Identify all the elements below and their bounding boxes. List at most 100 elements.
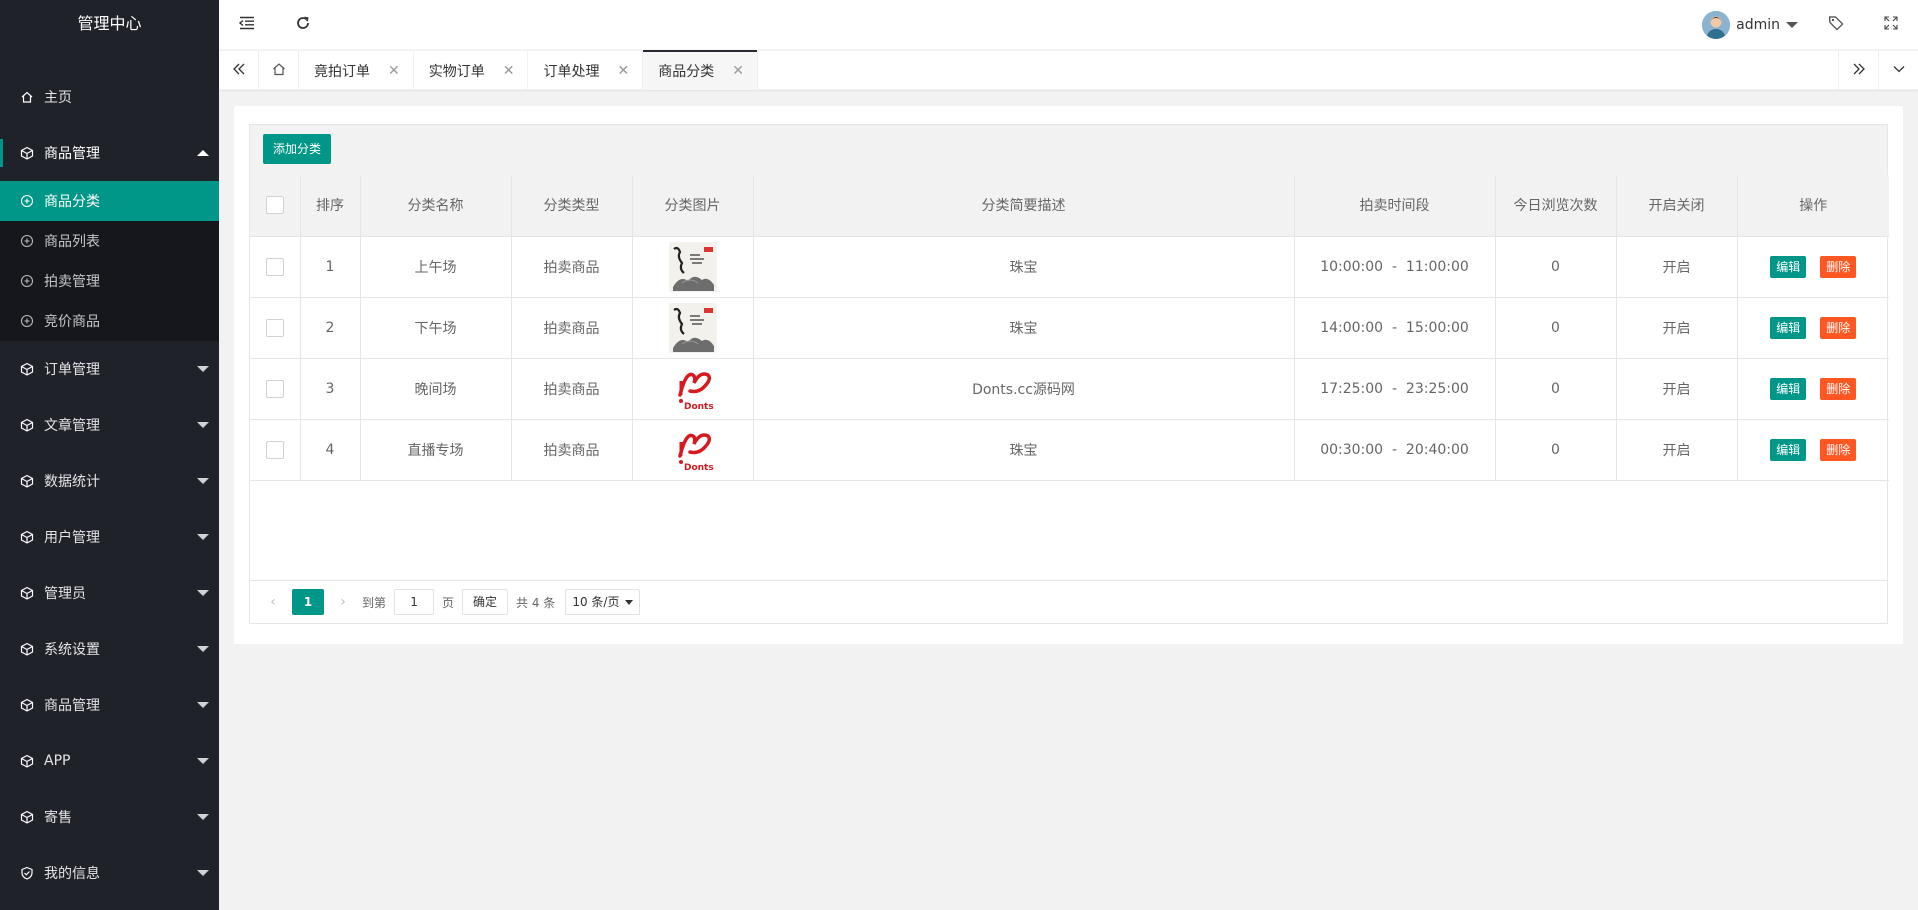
close-icon[interactable]: ✕ xyxy=(388,63,400,79)
chevron-down-icon xyxy=(197,590,209,596)
sidebar-item-label: 系统设置 xyxy=(44,642,100,658)
sidebar-item-4[interactable]: 用户管理 xyxy=(0,509,219,565)
tab-label: 竟拍订单 xyxy=(314,63,370,80)
sidebar-item-8[interactable]: APP xyxy=(0,733,219,789)
column-header: 分类图片 xyxy=(632,175,754,237)
goto-confirm-button[interactable]: 确定 xyxy=(462,589,509,615)
close-icon[interactable]: ✕ xyxy=(617,63,629,79)
caret-down-icon xyxy=(1786,22,1798,28)
close-icon[interactable]: ✕ xyxy=(503,63,515,79)
edit-button[interactable]: 编辑 xyxy=(1770,255,1807,278)
tab-label: 订单处理 xyxy=(543,63,600,80)
delete-button[interactable]: 删除 xyxy=(1820,438,1857,461)
cube-icon xyxy=(20,530,34,544)
cell-status: 开启 xyxy=(1616,297,1738,359)
edit-button[interactable]: 编辑 xyxy=(1770,438,1807,461)
current-page[interactable]: 1 xyxy=(292,589,324,615)
chevron-down-icon xyxy=(197,534,209,540)
sidebar-item-9[interactable]: 寄售 xyxy=(0,789,219,845)
sidebar-item-label: 用户管理 xyxy=(44,530,100,546)
home-icon xyxy=(272,62,286,80)
cube-icon xyxy=(20,362,34,376)
chevron-down-icon xyxy=(197,702,209,708)
sidebar-subitem-auction[interactable]: 拍卖管理 xyxy=(0,261,219,301)
tab-home[interactable] xyxy=(259,51,299,90)
double-chevron-right-icon xyxy=(1852,62,1866,80)
row-checkbox[interactable] xyxy=(265,257,284,276)
page-label: 页 xyxy=(442,595,455,610)
refresh-button[interactable] xyxy=(275,0,331,50)
sidebar-item-10[interactable]: 我的信息 xyxy=(0,845,219,901)
sidebar-item-6[interactable]: 系统设置 xyxy=(0,621,219,677)
cell-order: 2 xyxy=(300,297,361,359)
tab-order-processing[interactable]: 订单处理 ✕ xyxy=(528,51,644,90)
sidebar-subitem-label: 商品分类 xyxy=(44,194,100,210)
tabs-menu-button[interactable] xyxy=(1878,51,1918,90)
edit-button[interactable]: 编辑 xyxy=(1770,316,1807,339)
cell-image xyxy=(632,236,754,298)
sidebar-item-5[interactable]: 管理员 xyxy=(0,565,219,621)
row-checkbox[interactable] xyxy=(265,379,284,398)
app-title: 管理中心 xyxy=(77,14,142,33)
cell-time: 14:00:00 - 15:00:00 xyxy=(1294,297,1496,359)
sidebar-item-label: 主页 xyxy=(44,90,72,106)
cell-type: 拍卖商品 xyxy=(511,419,633,481)
sidebar-item-label: 我的信息 xyxy=(44,866,100,882)
next-page-icon[interactable]: › xyxy=(332,594,354,610)
cube-icon xyxy=(20,474,34,488)
add-category-button[interactable]: 添加分类 xyxy=(263,134,332,164)
menu-fold-icon xyxy=(238,16,255,34)
edit-button[interactable]: 编辑 xyxy=(1770,377,1807,400)
prev-page-icon[interactable]: ‹ xyxy=(262,594,284,610)
user-menu[interactable]: admin xyxy=(1692,11,1808,39)
category-image[interactable] xyxy=(668,302,717,353)
sidebar-subitem-bidding[interactable]: 竞价商品 xyxy=(0,301,219,341)
delete-button[interactable]: 删除 xyxy=(1820,377,1857,400)
tabs-scroll-left-button[interactable] xyxy=(219,51,259,90)
theme-button[interactable] xyxy=(1808,0,1863,50)
fullscreen-button[interactable] xyxy=(1863,0,1918,50)
row-checkbox[interactable] xyxy=(265,440,284,459)
menu-toggle-button[interactable] xyxy=(219,0,275,50)
sidebar-item-label: 商品管理 xyxy=(44,698,100,714)
cell-order: 4 xyxy=(300,419,361,481)
sidebar-item-label: 商品管理 xyxy=(44,146,100,162)
plus-circle-icon xyxy=(20,194,34,208)
sidebar-item-2[interactable]: 文章管理 xyxy=(0,397,219,453)
goto-page-input[interactable]: 1 xyxy=(394,589,435,615)
cell-actions: 编辑 删除 xyxy=(1737,358,1889,420)
avatar xyxy=(1702,11,1731,39)
sidebar-subitem-category[interactable]: 商品分类 xyxy=(0,181,219,221)
chevron-down-icon xyxy=(1892,62,1906,80)
category-image[interactable] xyxy=(668,241,717,292)
sidebar-item-label: 寄售 xyxy=(44,810,72,826)
close-icon[interactable]: ✕ xyxy=(732,63,744,79)
chevron-down-icon xyxy=(197,422,209,428)
sidebar-item-1[interactable]: 订单管理 xyxy=(0,341,219,397)
chevron-down-icon xyxy=(197,758,209,764)
page-size-select[interactable]: 10 条/页 xyxy=(565,589,641,615)
table-row: 2 下午场 拍卖商品 珠宝 14:00:00 - 15:00:00 0 开启 编辑 删除 xyxy=(250,297,1889,359)
category-image[interactable]: Donts xyxy=(668,363,717,414)
tab-label: 商品分类 xyxy=(658,63,715,80)
sidebar-item-home[interactable]: 主页 xyxy=(0,69,219,125)
category-image[interactable]: Donts xyxy=(668,424,717,475)
sidebar-subitem-list[interactable]: 商品列表 xyxy=(0,221,219,261)
tab-auction-orders[interactable]: 竟拍订单 ✕ xyxy=(299,51,414,90)
sidebar-item-goods[interactable]: 商品管理 xyxy=(0,125,219,181)
cell-views: 0 xyxy=(1495,236,1617,298)
tabs-scroll-right-button[interactable] xyxy=(1838,51,1878,90)
sidebar-item-7[interactable]: 商品管理 xyxy=(0,677,219,733)
cube-icon xyxy=(20,146,34,160)
delete-button[interactable]: 删除 xyxy=(1820,255,1857,278)
select-all-checkbox[interactable] xyxy=(265,196,284,215)
tab-goods-category[interactable]: 商品分类 ✕ xyxy=(643,50,758,90)
delete-button[interactable]: 删除 xyxy=(1820,316,1857,339)
column-header: 操作 xyxy=(1737,175,1889,237)
tab-physical-orders[interactable]: 实物订单 ✕ xyxy=(414,51,529,90)
row-checkbox[interactable] xyxy=(265,318,284,337)
tabs-bar: 竟拍订单 ✕ 实物订单 ✕ 订单处理 ✕ 商品分类 ✕ xyxy=(219,50,1918,90)
sidebar-item-3[interactable]: 数据统计 xyxy=(0,453,219,509)
cell-image: Donts xyxy=(632,419,754,481)
cell-time: 10:00:00 - 11:00:00 xyxy=(1294,236,1496,298)
